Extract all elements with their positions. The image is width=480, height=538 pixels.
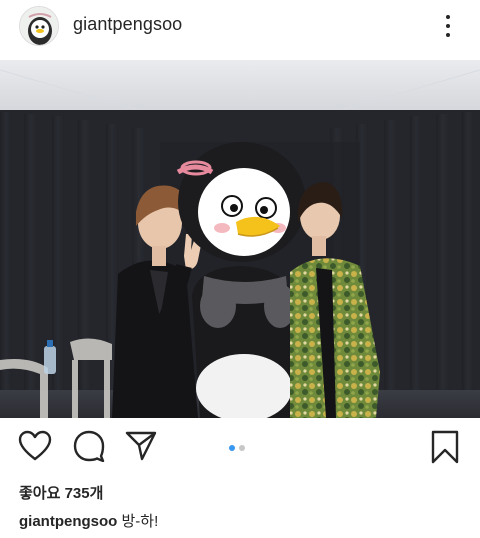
carousel-dot-active (229, 445, 235, 451)
post-photo-image (0, 60, 480, 418)
avatar[interactable] (19, 6, 59, 46)
post-photo[interactable] (0, 60, 480, 418)
post-actions (0, 418, 480, 478)
send-paper-plane-icon[interactable] (124, 430, 158, 467)
caption: giantpengsoo 방-하! (19, 510, 158, 531)
likes-count[interactable]: 좋아요 735개 (19, 482, 103, 503)
carousel-dot (239, 445, 245, 451)
comment-bubble-icon[interactable] (72, 430, 106, 467)
avatar-penguin-image (20, 7, 58, 45)
post-header: giantpengsoo (0, 0, 480, 56)
carousel-indicator (229, 445, 245, 451)
more-vertical-icon[interactable] (438, 12, 458, 40)
post-username[interactable]: giantpengsoo (73, 14, 182, 35)
caption-text: 방-하! (121, 513, 159, 530)
bookmark-icon[interactable] (430, 430, 460, 469)
heart-icon[interactable] (18, 430, 52, 467)
caption-username[interactable]: giantpengsoo (19, 513, 117, 530)
